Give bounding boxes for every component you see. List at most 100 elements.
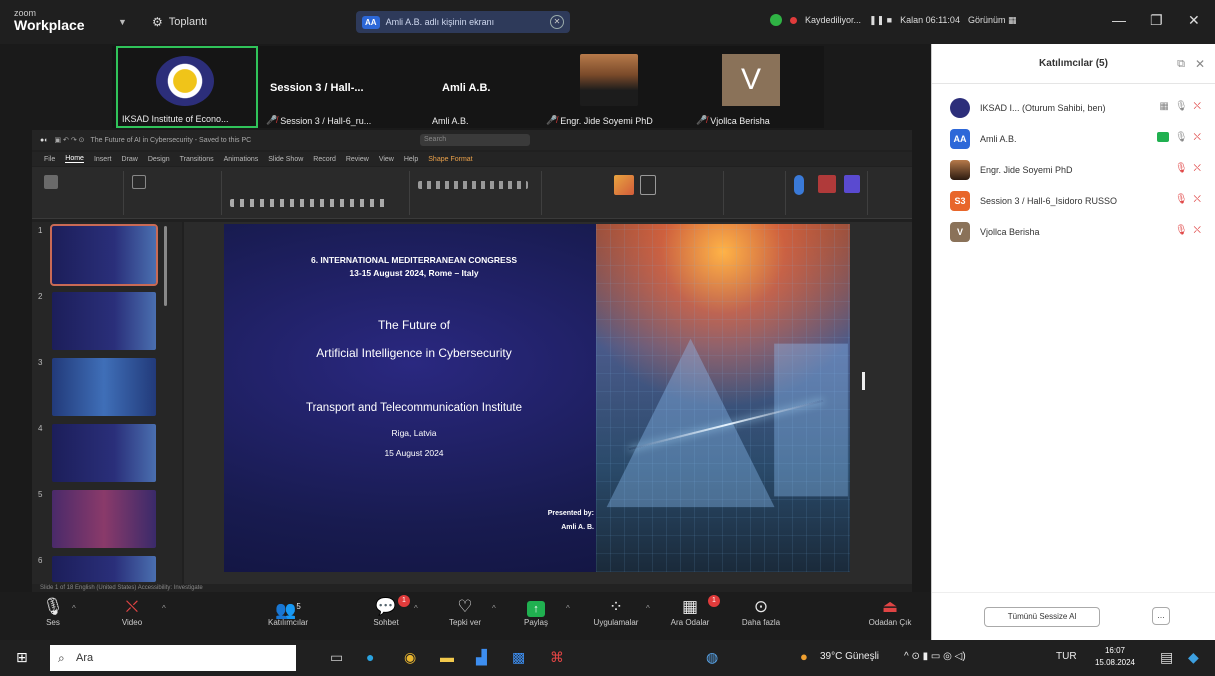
store-icon[interactable]: ▟ bbox=[476, 649, 487, 666]
participant-row[interactable]: AA Amli A.B. 🎙 ⛌ bbox=[932, 123, 1215, 154]
menu-home[interactable]: Home bbox=[65, 155, 84, 163]
thumbnail-slide-2[interactable] bbox=[52, 292, 156, 350]
tile-name: 🎤̸ Engr. Jide Soyemi PhD bbox=[546, 115, 653, 126]
thumbnail-scrollbar[interactable] bbox=[164, 226, 167, 306]
participants-button[interactable]: 👥5 Katılımcılar bbox=[258, 596, 318, 627]
notifications-icon[interactable]: ▤ bbox=[1160, 649, 1173, 666]
close-window-icon[interactable]: ✕ bbox=[1188, 12, 1200, 29]
language-indicator[interactable]: TUR bbox=[1056, 651, 1077, 662]
menu-record[interactable]: Record bbox=[313, 156, 336, 163]
menu-transitions[interactable]: Transitions bbox=[180, 156, 214, 163]
zoom-icon[interactable]: ▩ bbox=[512, 649, 525, 666]
windows-start-icon[interactable]: ⊞ bbox=[16, 649, 28, 666]
chevron-up-icon[interactable]: ^ bbox=[162, 604, 166, 613]
ribbon-slides[interactable] bbox=[126, 171, 222, 215]
video-tile-iksad[interactable]: IKSAD Institute of Econo... bbox=[116, 46, 258, 128]
widget-icon[interactable]: ◆ bbox=[1188, 649, 1199, 666]
mute-all-button[interactable]: Tümünü Sessize Al bbox=[984, 607, 1100, 627]
chevron-up-icon[interactable]: ^ bbox=[566, 604, 570, 613]
search-input[interactable]: Search bbox=[420, 134, 530, 146]
dictate-icon[interactable] bbox=[794, 175, 804, 195]
video-tile-amli[interactable]: Amli A.B. Amli A.B. bbox=[428, 46, 558, 128]
canvas-scrollbar[interactable] bbox=[862, 372, 865, 390]
pause-icon[interactable]: ❚❚ ■ bbox=[869, 15, 892, 26]
ribbon-voice[interactable] bbox=[788, 171, 868, 215]
taskbar-clock[interactable]: 16:07 15.08.2024 bbox=[1080, 645, 1150, 669]
participant-row[interactable]: IKSAD I... (Oturum Sahibi, ben) ▦ 🎙 ⛌ bbox=[932, 92, 1215, 123]
video-tile-jide[interactable]: 🎤̸ Engr. Jide Soyemi PhD bbox=[542, 46, 690, 128]
apps-button[interactable]: ⁘ Uygulamalar bbox=[586, 596, 646, 627]
participant-row[interactable]: Engr. Jide Soyemi PhD 🎙 ⛌ bbox=[932, 154, 1215, 185]
more-options-button[interactable]: ... bbox=[1152, 607, 1170, 625]
menu-shape-format[interactable]: Shape Format bbox=[428, 156, 472, 163]
ribbon-editing[interactable] bbox=[726, 171, 786, 215]
menu-view[interactable]: View bbox=[379, 156, 394, 163]
video-tile-session3[interactable]: Session 3 / Hall-... 🎤̸ Session 3 / Hall-… bbox=[262, 46, 422, 128]
pop-out-icon[interactable]: ⧉ bbox=[1177, 44, 1185, 84]
thumbnail-slide-3[interactable] bbox=[52, 358, 156, 416]
restore-icon[interactable]: ❐ bbox=[1150, 12, 1163, 29]
participant-row[interactable]: V Vjollca Berisha 🎙 ⛌ bbox=[932, 216, 1215, 247]
menu-design[interactable]: Design bbox=[148, 156, 170, 163]
chevron-down-icon[interactable]: ▼ bbox=[118, 17, 127, 27]
ribbon-clipboard[interactable] bbox=[38, 171, 124, 215]
menu-help[interactable]: Help bbox=[404, 156, 418, 163]
app-icon[interactable]: ◍ bbox=[706, 649, 718, 666]
thumbnail-slide-5[interactable] bbox=[52, 490, 156, 548]
autosave-toggle[interactable]: ●◐ bbox=[40, 137, 48, 144]
menu-animations[interactable]: Animations bbox=[224, 156, 259, 163]
meeting-menu[interactable]: ⚙ Toplantı bbox=[152, 15, 207, 29]
tray-icons[interactable]: ^ ⊙ ▮ ▭ ◎ ◁) bbox=[904, 651, 966, 662]
ribbon-drawing[interactable] bbox=[544, 171, 724, 215]
zoom-brand[interactable]: zoom Workplace bbox=[14, 7, 85, 32]
arrange-icon[interactable] bbox=[614, 175, 634, 195]
paragraph-controls[interactable] bbox=[418, 181, 528, 189]
chat-button[interactable]: 💬 1 Sohbet bbox=[364, 595, 410, 627]
thumbnail-slide-1[interactable] bbox=[50, 224, 158, 286]
ribbon-paragraph[interactable] bbox=[412, 171, 542, 215]
video-tile-vjollca[interactable]: V 🎤̸ Vjollca Berisha bbox=[692, 46, 820, 128]
chevron-up-icon[interactable]: ^ bbox=[414, 604, 418, 613]
breakout-rooms-button[interactable]: ▦ 1 Ara Odalar bbox=[662, 595, 720, 627]
menu-slideshow[interactable]: Slide Show bbox=[268, 156, 303, 163]
font-controls[interactable] bbox=[230, 199, 390, 207]
designer-icon[interactable] bbox=[844, 175, 860, 193]
chevron-up-icon[interactable]: ^ bbox=[492, 604, 496, 613]
chrome-icon[interactable]: ◉ bbox=[404, 649, 416, 666]
add-ins-icon[interactable] bbox=[818, 175, 836, 193]
acrobat-icon[interactable]: ⌘ bbox=[550, 649, 564, 666]
task-view-icon[interactable]: ▭ bbox=[330, 649, 343, 666]
thumbnail-slide-6[interactable] bbox=[52, 556, 156, 582]
menu-review[interactable]: Review bbox=[346, 156, 369, 163]
share-button[interactable]: ↑ Paylaş bbox=[516, 596, 556, 627]
reactions-button[interactable]: ♡ Tepki ver bbox=[440, 596, 490, 627]
weather-text[interactable]: 39°C Güneşli bbox=[820, 651, 879, 662]
new-slide-icon[interactable] bbox=[132, 175, 146, 189]
close-icon[interactable]: ✕ bbox=[550, 15, 564, 29]
taskbar-search[interactable]: ⌕ Ara bbox=[50, 645, 296, 671]
menu-insert[interactable]: Insert bbox=[94, 156, 112, 163]
chevron-up-icon[interactable]: ^ bbox=[72, 604, 76, 613]
leave-button[interactable]: ⏏ Odadan Çık bbox=[862, 596, 918, 627]
shield-icon[interactable] bbox=[770, 14, 782, 26]
menu-file[interactable]: File bbox=[44, 156, 55, 163]
thumbnail-slide-4[interactable] bbox=[52, 424, 156, 482]
file-explorer-icon[interactable]: ▬ bbox=[440, 649, 454, 665]
more-button[interactable]: ⊙ Daha fazla bbox=[736, 596, 786, 627]
share-notice[interactable]: AA Amli A.B. adlı kişinin ekranı ✕ bbox=[356, 11, 570, 33]
quick-access-icons[interactable]: ▣ ↶ ↷ ⊙ bbox=[54, 136, 84, 144]
current-slide[interactable]: ▲ ▮ 6. INTERNATIONAL MEDITERRANEAN CONGR… bbox=[224, 224, 850, 572]
view-button[interactable]: Görünüm ▦ bbox=[968, 15, 1017, 26]
ribbon-font[interactable] bbox=[224, 171, 410, 215]
participant-row[interactable]: S3 Session 3 / Hall-6_Isidoro RUSSO 🎙 ⛌ bbox=[932, 185, 1215, 216]
menu-draw[interactable]: Draw bbox=[121, 156, 137, 163]
quick-styles-icon[interactable] bbox=[640, 175, 656, 195]
audio-button[interactable]: 🎙 Ses bbox=[36, 596, 70, 627]
video-button[interactable]: ⛌ Video bbox=[112, 596, 152, 627]
minimize-icon[interactable]: — bbox=[1112, 12, 1126, 28]
paste-icon[interactable] bbox=[44, 175, 58, 189]
edge-icon[interactable]: ● bbox=[366, 649, 374, 665]
chevron-up-icon[interactable]: ^ bbox=[646, 604, 650, 613]
close-icon[interactable]: ✕ bbox=[1195, 44, 1205, 84]
weather-icon[interactable]: ● bbox=[800, 649, 808, 664]
